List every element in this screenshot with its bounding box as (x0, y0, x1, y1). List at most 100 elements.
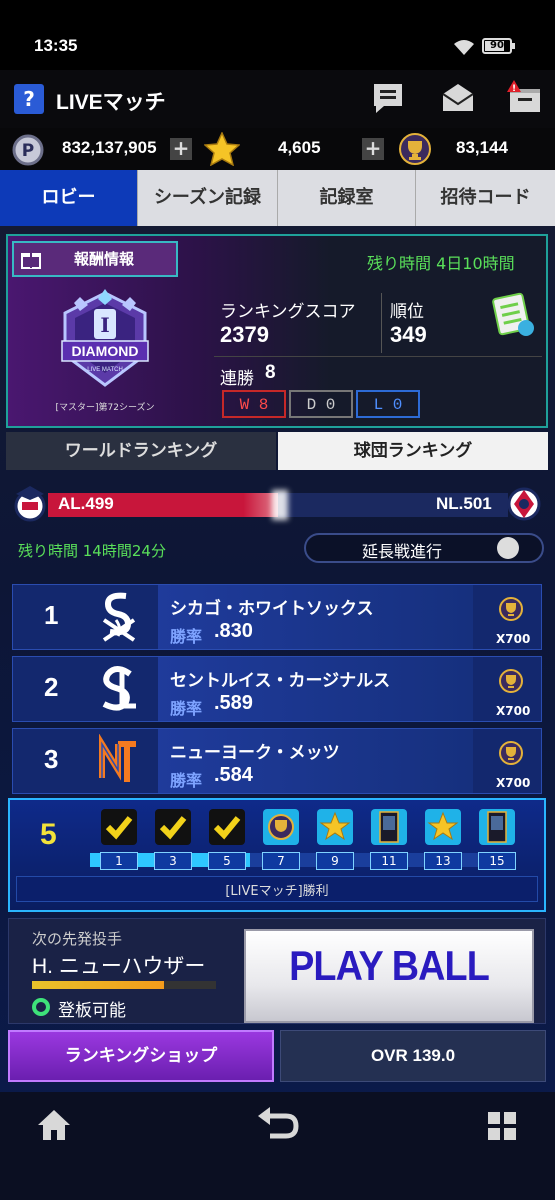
back-icon[interactable] (256, 1106, 300, 1144)
tab-record-room[interactable]: 記録室 (278, 170, 416, 226)
tab-invite-code[interactable]: 招待コード (416, 170, 555, 226)
star-icon[interactable] (424, 808, 462, 846)
extension-toggle-knob[interactable] (497, 537, 519, 559)
win-rate-value: .584 (214, 764, 253, 786)
check-icon[interactable] (154, 808, 192, 846)
pitcher-status: 登板可能 (58, 1001, 126, 1021)
reward-info-label: 報酬情報 (74, 250, 135, 268)
win-rate-value: .589 (214, 692, 253, 714)
next-pitcher-label: 次の先発投手 (32, 930, 123, 948)
check-icon[interactable] (100, 808, 138, 846)
win-count: 5 (40, 818, 57, 851)
season-remaining-time: 残り時間 4日10時間 (367, 254, 515, 273)
card-icon[interactable] (370, 808, 408, 846)
rank-value: 349 (390, 322, 427, 347)
team-name: シカゴ・ホワイトソックス (170, 599, 374, 619)
progress-caption: [LIVEマッチ]勝利 (225, 884, 329, 899)
team-rank: 3 (44, 744, 59, 774)
badge-title: DIAMOND (72, 343, 139, 359)
team-rank: 1 (44, 600, 59, 630)
step-number: 11 (370, 852, 408, 870)
card-icon[interactable] (478, 808, 516, 846)
step-number: 7 (262, 852, 300, 870)
star-icon[interactable] (316, 808, 354, 846)
tab-lobby[interactable]: ロビー (0, 170, 138, 226)
home-icon[interactable] (36, 1108, 72, 1142)
league-remaining-time: 残り時間 14時間24分 (18, 542, 166, 560)
battery-level: 90 (490, 40, 504, 51)
tab-team-ranking[interactable]: 球団ランキング (278, 432, 548, 470)
stamina-fill (32, 981, 164, 989)
reward-multiplier: X700 (496, 632, 531, 646)
step-number: 13 (424, 852, 462, 870)
check-icon[interactable] (208, 808, 246, 846)
nl-score: NL.501 (436, 494, 492, 513)
tab-world-ranking[interactable]: ワールドランキング (6, 432, 276, 470)
step-number: 5 (208, 852, 246, 870)
ranking-score-value: 2379 (220, 322, 269, 347)
league-bar-divider (272, 490, 288, 520)
diamond-rank-badge: I DIAMOND LIVE MATCH (61, 289, 149, 387)
team-name: ニューヨーク・メッツ (170, 743, 340, 763)
help-icon[interactable]: ? (14, 84, 44, 114)
star-icon (204, 132, 240, 166)
trophy-icon (499, 741, 523, 765)
add-points-button[interactable]: + (170, 138, 192, 160)
battery-icon: 90 (482, 38, 515, 54)
trophy-icon (399, 133, 431, 165)
step-number: 9 (316, 852, 354, 870)
pitcher-name: H. ニューハウザー (32, 955, 206, 978)
streak-value: 8 (265, 362, 276, 383)
badge-numeral: I (100, 313, 109, 337)
stat-divider-horizontal (214, 356, 542, 357)
stat-divider (381, 293, 382, 353)
rank-label: 順位 (390, 302, 424, 322)
points-value: 832,137,905 (62, 138, 157, 157)
tab-season-record[interactable]: シーズン記録 (138, 170, 278, 226)
losses-record: L 0 (356, 390, 420, 418)
trophy-icon (499, 669, 523, 693)
win-rate-value: .830 (214, 620, 253, 642)
mail-icon[interactable] (440, 80, 476, 116)
add-stars-button[interactable]: + (362, 138, 384, 160)
menu-grid-icon[interactable] (486, 1110, 518, 1142)
step-number: 15 (478, 852, 516, 870)
wifi-icon (454, 40, 474, 55)
chat-icon[interactable] (370, 80, 406, 116)
svg-text:!: ! (512, 84, 516, 94)
ovr-button[interactable]: OVR 139.0 (280, 1030, 546, 1082)
step-number: 1 (100, 852, 138, 870)
white-sox-logo (102, 592, 136, 642)
status-time: 13:35 (34, 36, 78, 55)
trophy-icon[interactable] (262, 808, 300, 846)
play-ball-label: PLAY BALL (289, 942, 490, 989)
points-icon-letter: P (22, 141, 34, 161)
team-rank: 2 (44, 672, 59, 702)
al-logo (14, 486, 46, 522)
wins-record: W 8 (222, 390, 286, 418)
inbox-icon[interactable]: ! (506, 80, 542, 116)
al-score: AL.499 (58, 494, 114, 513)
reward-multiplier: X700 (496, 704, 531, 718)
cardinals-logo (102, 666, 136, 711)
stars-value: 4,605 (278, 138, 321, 157)
gift-icon (21, 253, 41, 269)
available-status-icon (32, 998, 50, 1016)
team-name: セントルイス・カージナルス (170, 671, 391, 691)
win-rate-label: 勝率 (170, 771, 203, 790)
ranking-list-icon[interactable] (488, 290, 538, 340)
extension-label: 延長戦進行 (362, 542, 443, 561)
ranking-score-label: ランキングスコア (220, 302, 356, 322)
season-label: [マスター]第72シーズン (55, 403, 155, 413)
nl-logo (507, 487, 541, 521)
status-bar (0, 0, 555, 70)
win-rate-label: 勝率 (170, 699, 203, 718)
points-icon: P (12, 134, 44, 166)
trophy-icon (499, 597, 523, 621)
reward-multiplier: X700 (496, 776, 531, 790)
mets-logo (99, 734, 136, 782)
streak-label: 連勝 (220, 369, 254, 389)
ranking-shop-button[interactable]: ランキングショップ (8, 1030, 274, 1082)
badge-subtitle: LIVE MATCH (87, 367, 123, 373)
page-title: LIVEマッチ (56, 91, 166, 114)
